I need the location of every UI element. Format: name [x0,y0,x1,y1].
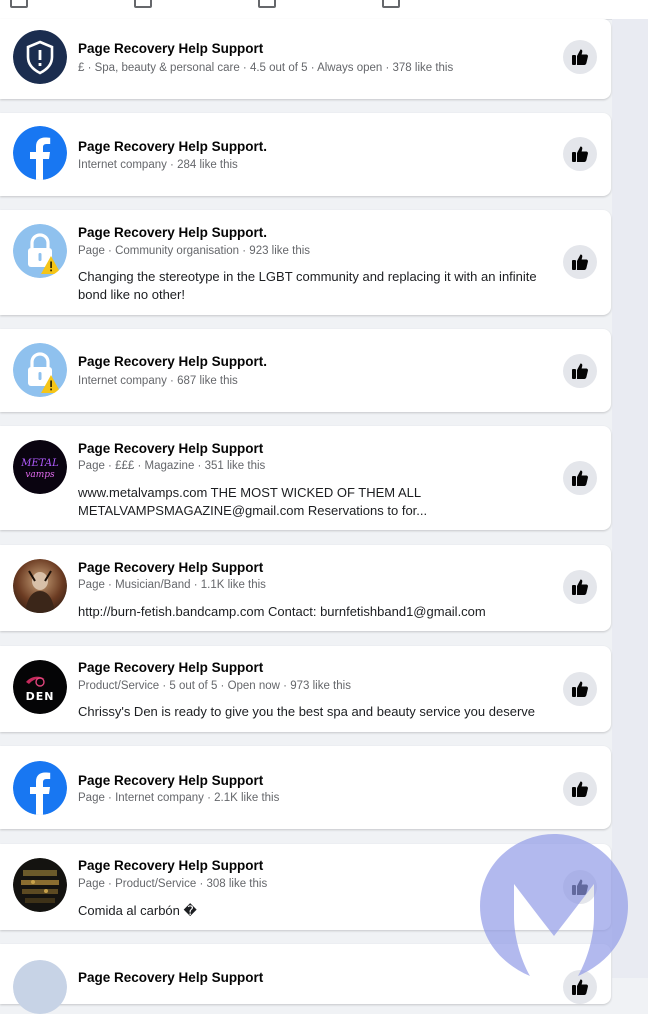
page-name[interactable]: Page Recovery Help Support [78,660,263,675]
page-name[interactable]: Page Recovery Help Support [78,560,263,575]
page-name[interactable]: Page Recovery Help Support [78,858,263,873]
like-button[interactable] [563,772,597,806]
search-result-card[interactable]: Page Recovery Help Support. Page · Commu… [0,210,611,315]
like-button[interactable] [563,570,597,604]
search-result-card[interactable]: Page Recovery Help Support. Internet com… [0,113,611,196]
top-navigation-bar [0,0,648,20]
lock-warning-icon[interactable] [13,224,67,278]
like-button[interactable] [563,461,597,495]
search-result-card[interactable]: Page Recovery Help Support Page · Produc… [0,844,611,930]
page-name[interactable]: Page Recovery Help Support. [78,354,267,369]
groups-tab-icon[interactable] [382,0,400,8]
page-description: Comida al carbón � [78,903,197,918]
facebook-logo-icon[interactable] [13,126,67,180]
page-name[interactable]: Page Recovery Help Support. [78,139,267,154]
like-button[interactable] [563,40,597,74]
page-meta: Internet company · 284 like this [78,159,238,171]
chrissys-den-logo-text: DEN [26,690,55,703]
thumbs-up-icon [572,49,588,65]
like-button[interactable] [563,870,597,904]
like-button[interactable] [563,137,597,171]
like-button[interactable] [563,245,597,279]
search-result-card[interactable]: DEN Page Recovery Help Support Product/S… [0,646,611,732]
search-result-card[interactable]: Page Recovery Help Support Page · Musici… [0,545,611,631]
page-description: Changing the stereotype in the LGBT comm… [78,269,537,302]
page-meta: Page · Community organisation · 923 like… [78,245,311,257]
right-gutter [612,19,648,978]
marketplace-tab-icon[interactable] [258,0,276,8]
page-meta: Page · Musician/Band · 1.1K like this [78,579,266,591]
chrissys-den-logo[interactable]: DEN [13,660,67,714]
page-description: www.metalvamps.com THE MOST WICKED OF TH… [78,485,428,518]
lock-warning-icon[interactable] [13,343,67,397]
thumbs-up-icon [572,254,588,270]
thumbs-up-icon [572,470,588,486]
search-result-card[interactable]: Page Recovery Help Support £ · Spa, beau… [0,19,611,99]
band-photo[interactable] [13,559,67,613]
thumbs-up-icon [572,979,588,995]
like-button[interactable] [563,354,597,388]
lock-warning-icon[interactable] [13,960,67,1014]
page-name[interactable]: Page Recovery Help Support. [78,225,267,240]
thumbs-up-icon [572,879,588,895]
watch-tab-icon[interactable] [134,0,152,8]
page-description: Chrissy's Den is ready to give you the b… [78,704,535,719]
thumbs-up-icon [572,681,588,697]
page-meta: Page · Internet company · 2.1K like this [78,792,280,804]
page-name[interactable]: Page Recovery Help Support [78,441,263,456]
page-name[interactable]: Page Recovery Help Support [78,773,263,788]
metal-vamps-logo-text: METAL [20,458,59,469]
food-photo[interactable] [13,858,67,912]
page-name[interactable]: Page Recovery Help Support [78,41,263,56]
search-result-card[interactable]: Page Recovery Help Support [0,944,611,1014]
page-meta: Product/Service · 5 out of 5 · Open now … [78,680,351,692]
page-meta: Page · Product/Service · 308 like this [78,878,268,890]
thumbs-up-icon [572,781,588,797]
page-description: http://burn-fetish.bandcamp.com Contact:… [78,604,486,619]
thumbs-up-icon [572,363,588,379]
thumbs-up-icon [572,579,588,595]
metal-vamps-logo[interactable]: METAL vamps [13,440,67,494]
home-tab-icon[interactable] [10,0,28,8]
like-button[interactable] [563,672,597,706]
page-meta: £ · Spa, beauty & personal care · 4.5 ou… [78,62,454,74]
page-meta: Page · £££ · Magazine · 351 like this [78,460,266,472]
search-result-card[interactable]: Page Recovery Help Support. Internet com… [0,329,611,412]
thumbs-up-icon [572,146,588,162]
facebook-logo-icon[interactable] [13,761,67,815]
svg-text:vamps: vamps [25,470,55,480]
search-result-card[interactable]: METAL vamps Page Recovery Help Support Pa… [0,426,611,530]
like-button[interactable] [563,970,597,1004]
search-result-card[interactable]: Page Recovery Help Support Page · Intern… [0,746,611,829]
shield-logo-icon[interactable] [13,30,67,84]
page-meta: Internet company · 687 like this [78,375,238,387]
